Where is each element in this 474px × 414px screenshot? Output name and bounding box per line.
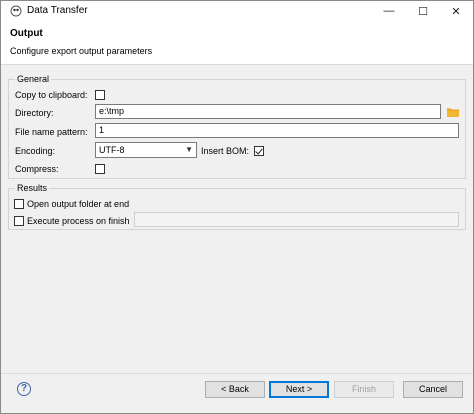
minimize-button[interactable]: — <box>372 1 406 21</box>
directory-label: Directory: <box>15 108 54 118</box>
execute-process-input[interactable] <box>134 212 459 227</box>
encoding-value: UTF-8 <box>99 145 125 155</box>
copy-to-clipboard-checkbox[interactable] <box>95 90 105 100</box>
footer-divider <box>1 373 473 374</box>
insert-bom-label: Insert BOM: <box>201 146 250 156</box>
chevron-down-icon: ▼ <box>185 145 193 154</box>
maximize-icon: ☐ <box>418 5 428 18</box>
app-icon <box>10 5 22 17</box>
next-button[interactable]: Next > <box>269 381 329 398</box>
execute-process-checkbox[interactable] <box>14 216 24 226</box>
page-title: Output <box>10 28 43 39</box>
general-group-label: General <box>15 74 52 84</box>
directory-input[interactable]: e:\tmp <box>95 104 441 119</box>
folder-icon[interactable] <box>447 107 459 117</box>
file-name-pattern-label: File name pattern: <box>15 127 88 137</box>
close-button[interactable]: ✕ <box>439 1 473 21</box>
open-output-folder-label: Open output folder at end <box>27 199 130 209</box>
close-icon: ✕ <box>451 5 461 18</box>
copy-to-clipboard-label: Copy to clipboard: <box>15 90 88 100</box>
title-bar[interactable]: Data Transfer — ☐ ✕ <box>1 1 473 21</box>
cancel-button[interactable]: Cancel <box>403 381 463 398</box>
help-icon[interactable]: ? <box>17 382 31 396</box>
results-group-label: Results <box>15 183 50 193</box>
finish-button[interactable]: Finish <box>334 381 394 398</box>
insert-bom-checkbox[interactable] <box>254 146 264 156</box>
page-subtitle: Configure export output parameters <box>10 46 153 56</box>
compress-label: Compress: <box>15 164 59 174</box>
maximize-button[interactable]: ☐ <box>406 1 440 21</box>
wizard-header: Output Configure export output parameter… <box>1 21 473 65</box>
file-name-pattern-input[interactable]: 1 <box>95 123 459 138</box>
compress-checkbox[interactable] <box>95 164 105 174</box>
encoding-label: Encoding: <box>15 146 56 156</box>
minimize-icon: — <box>383 5 395 17</box>
window-title: Data Transfer <box>27 5 88 16</box>
execute-process-label: Execute process on finish <box>27 216 130 226</box>
back-button[interactable]: < Back <box>205 381 265 398</box>
open-output-folder-checkbox[interactable] <box>14 199 24 209</box>
data-transfer-window: Data Transfer — ☐ ✕ Output Configure exp… <box>0 0 474 414</box>
encoding-select[interactable]: UTF-8 ▼ <box>95 142 197 158</box>
